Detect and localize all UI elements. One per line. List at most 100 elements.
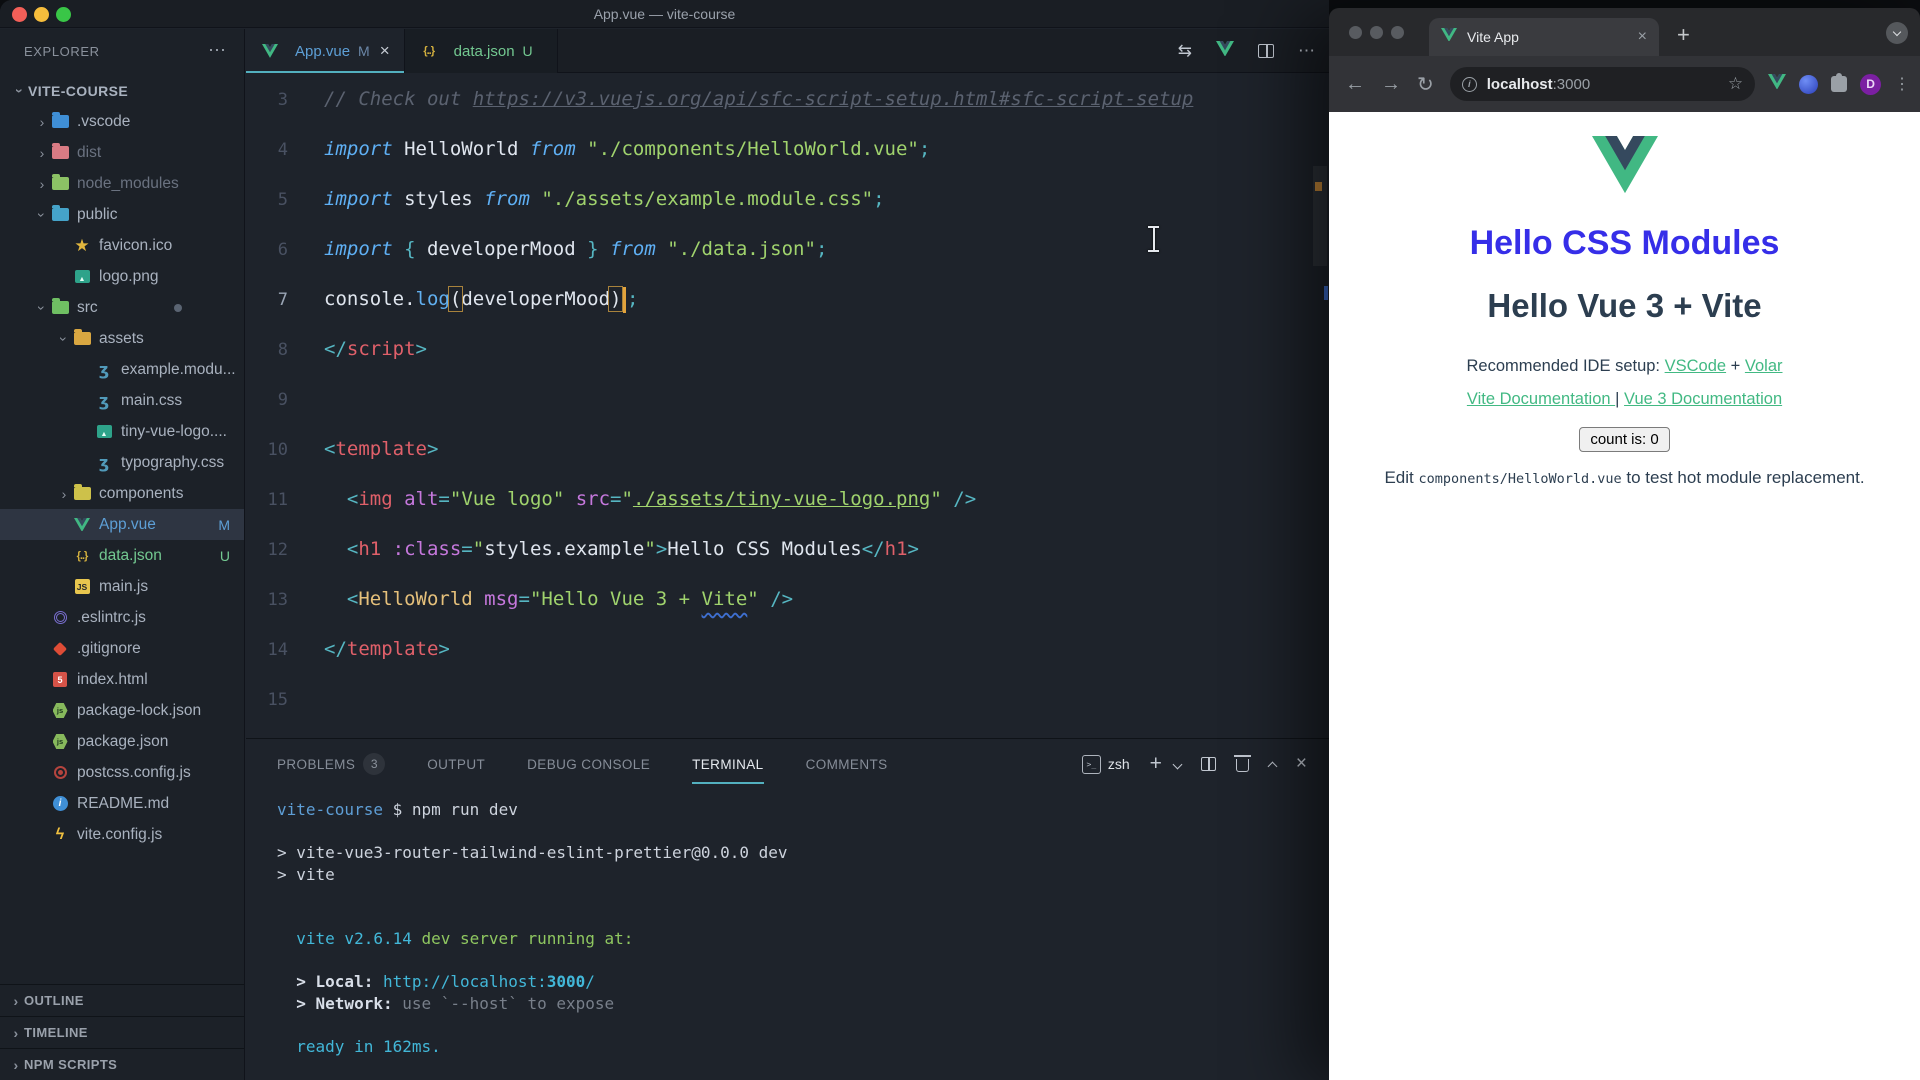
new-tab-button[interactable]: + [1677, 22, 1690, 48]
panel-tab-label: PROBLEMS [277, 756, 356, 772]
tree-item-data.json[interactable]: {..} data.json U [0, 540, 244, 571]
editor-tab-App.vue[interactable]: App.vue M × [246, 29, 405, 73]
compare-changes-icon[interactable]: ⇆ [1178, 41, 1192, 61]
terminal-output[interactable]: vite-course $ npm run dev > vite-vue3-ro… [277, 799, 1297, 1057]
browser-minimize-button[interactable] [1370, 26, 1383, 39]
web-page: Hello CSS Modules Hello Vue 3 + Vite Rec… [1329, 112, 1920, 1080]
tree-item-public[interactable]: › public [0, 199, 244, 230]
extensions-puzzle-icon[interactable] [1831, 73, 1848, 92]
vscode-link[interactable]: VSCode [1665, 357, 1726, 375]
tree-item-postcss.config.js[interactable]: postcss.config.js [0, 757, 244, 788]
reload-button[interactable]: ↻ [1417, 72, 1434, 97]
tree-item-tiny-vue-logo....[interactable]: ▲ tiny-vue-logo.... [0, 416, 244, 447]
forward-button[interactable]: → [1381, 73, 1401, 96]
address-bar[interactable]: i localhost:3000 ☆ [1449, 67, 1756, 101]
vscode-titlebar: App.vue — vite-course [0, 0, 1329, 28]
chevron-down-icon[interactable]: › [56, 331, 72, 347]
site-info-icon[interactable]: i [1461, 76, 1477, 92]
count-button[interactable]: count is: 0 [1579, 427, 1670, 453]
split-editor-icon[interactable] [1258, 44, 1274, 58]
tree-item-main.js[interactable]: JS main.js [0, 571, 244, 602]
close-icon[interactable]: × [380, 41, 390, 61]
tree-root-VITE-COURSE[interactable]: › VITE-COURSE [0, 75, 244, 106]
extension-icon[interactable] [1799, 74, 1819, 94]
volar-link[interactable]: Volar [1745, 357, 1783, 375]
tree-item-label: example.modu... [121, 360, 236, 378]
chevron-right-icon[interactable]: › [34, 114, 50, 130]
browser-zoom-button[interactable] [1391, 26, 1404, 39]
tree-item-dist[interactable]: › dist [0, 137, 244, 168]
sidebar-section-timeline[interactable]: › TIMELINE [0, 1016, 244, 1048]
tree-item-label: node_modules [77, 174, 179, 192]
tree-item-index.html[interactable]: 5 index.html [0, 664, 244, 695]
back-button[interactable]: ← [1345, 73, 1365, 96]
tree-item-.gitignore[interactable]: .gitignore [0, 633, 244, 664]
chevron-right-icon[interactable]: › [34, 145, 50, 161]
tab-search-button[interactable] [1886, 22, 1908, 44]
panel-tab-problems[interactable]: PROBLEMS 3 [277, 739, 386, 789]
tree-item-example.modu...[interactable]: ʒ example.modu... [0, 354, 244, 385]
vite-docs-link[interactable]: Vite Documentation [1467, 390, 1615, 408]
tree-item-label: package.json [77, 732, 169, 750]
tree-item-main.css[interactable]: ʒ main.css [0, 385, 244, 416]
tree-item-.eslintrc.js[interactable]: .eslintrc.js [0, 602, 244, 633]
tree-item-package-lock.json[interactable]: js package-lock.json [0, 695, 244, 726]
section-label: NPM SCRIPTS [24, 1057, 118, 1072]
chevron-down-icon[interactable]: › [12, 83, 28, 99]
more-actions-icon[interactable]: ⋯ [1298, 41, 1315, 61]
panel-tab-comments[interactable]: COMMENTS [806, 739, 888, 789]
vue-volar-icon[interactable] [1216, 40, 1234, 62]
chevron-right-icon: › [13, 1024, 19, 1041]
code-line-5: 5 import styles from "./assets/example.mo… [277, 188, 885, 210]
window-title: App.vue — vite-course [593, 6, 736, 22]
chevron-right-icon[interactable]: › [34, 176, 50, 192]
tree-item-assets[interactable]: › assets [0, 323, 244, 354]
code-line-8: 8 </script> [277, 338, 427, 360]
tree-item-typography.css[interactable]: ʒ typography.css [0, 447, 244, 478]
terminal-line: > Network: use `--host` to expose [277, 993, 615, 1013]
panel-tab-terminal[interactable]: TERMINAL [692, 739, 765, 789]
vue-docs-link[interactable]: Vue 3 Documentation [1624, 390, 1782, 408]
chevron-right-icon[interactable]: › [56, 486, 72, 502]
tree-item-node_modules[interactable]: › node_modules [0, 168, 244, 199]
split-terminal-icon[interactable] [1200, 757, 1216, 771]
tree-item-favicon.ico[interactable]: ★ favicon.ico [0, 230, 244, 261]
docs-line: Vite Documentation | Vue 3 Documentation [1329, 390, 1920, 409]
edit-code-path: components/HelloWorld.vue [1418, 471, 1622, 488]
tree-item-components[interactable]: › components [0, 478, 244, 509]
tab-modified-badge: M [358, 43, 370, 59]
editor-tab-data.json[interactable]: {..} data.json U [404, 29, 558, 73]
close-panel-icon[interactable]: × [1296, 753, 1307, 775]
tree-item-package.json[interactable]: js package.json [0, 726, 244, 757]
explorer-actions-icon[interactable]: ⋯ [208, 40, 226, 61]
tree-item-logo.png[interactable]: ▲ logo.png [0, 261, 244, 292]
sidebar-section-npm-scripts[interactable]: › NPM SCRIPTS [0, 1048, 244, 1080]
chevron-down-icon[interactable]: › [34, 300, 50, 316]
tab-close-icon[interactable]: × [1638, 28, 1647, 46]
browser-menu-icon[interactable]: ⋮ [1894, 74, 1910, 94]
panel-tab-output[interactable]: OUTPUT [427, 739, 485, 789]
browser-tab[interactable]: Vite App × [1429, 18, 1659, 56]
editor-scrollbar[interactable] [1313, 166, 1327, 266]
terminal-line: > vite [277, 864, 335, 884]
code-editor[interactable]: 3// Check out https://v3.vuejs.org/api/s… [246, 74, 1329, 738]
tree-item-App.vue[interactable]: App.vue M [0, 509, 244, 540]
panel-tab-debug-console[interactable]: DEBUG CONSOLE [527, 739, 650, 789]
new-terminal-button[interactable]: + [1150, 752, 1162, 776]
tree-item-README.md[interactable]: i README.md [0, 788, 244, 819]
maximize-panel-icon[interactable] [1267, 761, 1278, 771]
overview-ruler-marker [1315, 182, 1322, 191]
browser-close-button[interactable] [1349, 26, 1362, 39]
profile-avatar[interactable]: D [1860, 73, 1881, 95]
terminal-shell-selector[interactable]: >_ zsh [1081, 754, 1130, 774]
sidebar-section-outline[interactable]: › OUTLINE [0, 984, 244, 1016]
explorer-title: EXPLORER [24, 44, 100, 59]
kill-terminal-icon[interactable] [1233, 755, 1251, 772]
tree-item-src[interactable]: › src [0, 292, 244, 323]
chevron-down-icon[interactable]: › [34, 207, 50, 223]
terminal-dropdown-icon[interactable] [1172, 759, 1183, 769]
tree-item-.vscode[interactable]: › .vscode [0, 106, 244, 137]
bookmark-star-icon[interactable]: ☆ [1728, 74, 1743, 94]
tree-item-vite.config.js[interactable]: ϟ vite.config.js [0, 819, 244, 850]
vue-devtools-icon[interactable] [1768, 73, 1787, 95]
